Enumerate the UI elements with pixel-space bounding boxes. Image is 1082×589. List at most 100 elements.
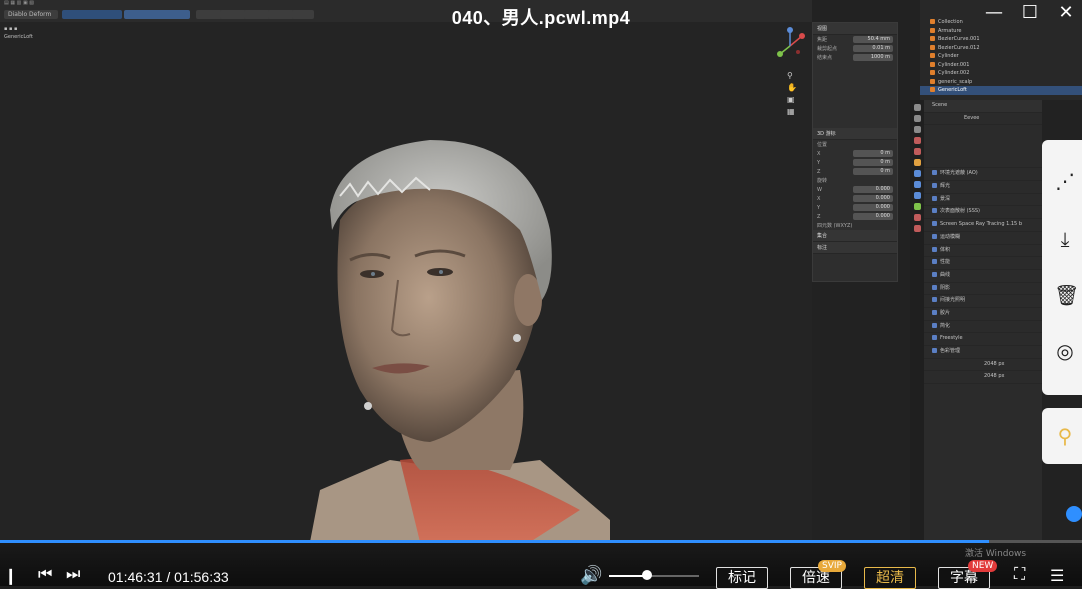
svip-badge: SVIP <box>818 560 846 572</box>
rotation-mode-dropdown[interactable]: 四元数 (WXYZ) <box>813 221 897 230</box>
navigation-gizmo[interactable]: ⚲ ✋ ▣ ▦ <box>770 26 810 126</box>
properties-section[interactable]: 环境光遮蔽 (AO) <box>924 168 1042 182</box>
cursor-x-field[interactable]: 0 m <box>853 150 893 157</box>
current-time: 01:46:31 <box>108 569 163 585</box>
output-tab-icon[interactable] <box>913 126 921 133</box>
share-icon[interactable]: ⋰ <box>1054 170 1076 192</box>
properties-section[interactable]: 运动模糊 <box>924 232 1042 245</box>
object-tab-icon[interactable] <box>913 159 921 166</box>
volume-icon[interactable]: 🔊 <box>580 565 602 586</box>
section-label: Screen Space Ray Tracing 1.15 b <box>940 221 1022 228</box>
outliner-item[interactable]: Cylinder.001 <box>920 61 1082 70</box>
properties-section[interactable]: 简化 <box>924 321 1042 334</box>
download-icon[interactable]: ⤓ <box>1054 228 1076 250</box>
section-label: Freestyle <box>940 335 963 342</box>
outliner-item[interactable]: Cylinder.002 <box>920 69 1082 78</box>
outliner-item[interactable]: generic_scalp <box>920 78 1082 87</box>
scene-tab-icon[interactable] <box>913 137 921 144</box>
outliner-item[interactable]: BezierCurve.012 <box>920 44 1082 53</box>
object-icon <box>930 78 935 84</box>
world-tab-icon[interactable] <box>913 148 921 155</box>
previous-icon[interactable]: ⏮ <box>38 566 52 584</box>
pin-icon[interactable]: ⚲ <box>1054 425 1076 447</box>
menu-icon[interactable]: ☰ <box>1050 566 1064 586</box>
rot-x-field[interactable]: 0.000 <box>853 195 893 202</box>
properties-section[interactable]: 胶片 <box>924 308 1042 321</box>
video-frame[interactable]: ▤ ▦ ▥ ▣ ▧ Diablo Deform ▪ ▪ ▪ GenericLof… <box>0 0 1082 586</box>
maximize-icon[interactable]: ☐ <box>1018 2 1042 23</box>
properties-section[interactable]: Freestyle <box>924 333 1042 346</box>
head-render <box>310 140 610 542</box>
close-icon[interactable]: ✕ <box>1054 2 1078 23</box>
properties-section[interactable]: 次表面散射 (SSS) <box>924 206 1042 220</box>
physics-tab-icon[interactable] <box>913 192 921 199</box>
clip-end-field[interactable]: 1000 m <box>853 54 893 61</box>
fullscreen-icon[interactable]: ⛶ <box>1014 566 1025 584</box>
svg-text:✋: ✋ <box>787 82 797 92</box>
rot-w-field[interactable]: 0.000 <box>853 186 893 193</box>
particles-tab-icon[interactable] <box>913 181 921 188</box>
section-checkbox[interactable] <box>932 322 937 328</box>
time-display: 01:46:31 / 01:56:33 <box>108 569 229 585</box>
section-checkbox[interactable] <box>932 259 937 265</box>
section-checkbox[interactable] <box>932 195 937 201</box>
properties-section[interactable]: 阴影 <box>924 283 1042 296</box>
section-collections[interactable]: 集合 <box>813 230 897 242</box>
texture-tab-icon[interactable] <box>913 225 921 232</box>
volume-knob[interactable] <box>641 570 652 580</box>
properties-section[interactable]: 景深 <box>924 194 1042 207</box>
object-icon <box>930 70 935 75</box>
properties-section[interactable]: 体积 <box>924 245 1042 258</box>
section-checkbox[interactable] <box>932 246 937 252</box>
outliner-item-label: Cylinder.001 <box>938 61 970 68</box>
section-checkbox[interactable] <box>932 170 937 176</box>
section-checkbox[interactable] <box>932 183 937 189</box>
section-checkbox[interactable] <box>932 221 937 227</box>
section-checkbox[interactable] <box>932 309 937 315</box>
outliner-item[interactable]: BezierCurve.001 <box>920 35 1082 44</box>
section-checkbox[interactable] <box>932 348 937 353</box>
section-checkbox[interactable] <box>932 284 937 290</box>
shadow-cube-size[interactable]: 2048 px <box>924 359 1042 372</box>
rot-z-field[interactable]: 0.000 <box>853 213 893 220</box>
render-engine[interactable]: Eevee <box>924 113 1042 126</box>
minimize-icon[interactable]: — <box>982 2 1006 23</box>
focal-field[interactable]: 50.4 mm <box>853 36 893 43</box>
svg-text:▦: ▦ <box>787 107 795 116</box>
shadow-cascade-size[interactable]: 2048 px <box>924 371 1042 385</box>
section-checkbox[interactable] <box>932 297 937 303</box>
section-checkbox[interactable] <box>932 233 937 239</box>
section-checkbox[interactable] <box>932 271 937 277</box>
properties-section[interactable]: 间接光照明 <box>924 295 1042 308</box>
modifier-tab-icon[interactable] <box>913 170 921 177</box>
section-3d-cursor[interactable]: 3D 游标 <box>813 128 897 140</box>
chat-bubble-icon[interactable] <box>1066 506 1082 522</box>
section-checkbox[interactable] <box>932 335 937 341</box>
scene-name: Scene <box>924 100 1042 113</box>
properties-section[interactable]: 性能 <box>924 257 1042 270</box>
rot-y-field[interactable]: 0.000 <box>853 204 893 211</box>
cursor-y-field[interactable]: 0 m <box>853 159 893 166</box>
properties-section[interactable]: Screen Space Ray Tracing 1.15 b <box>924 219 1042 232</box>
section-checkbox[interactable] <box>932 208 937 214</box>
section-annotations[interactable]: 标注 <box>813 242 897 254</box>
properties-section[interactable]: 辉光 <box>924 181 1042 194</box>
material-tab-icon[interactable] <box>913 214 921 221</box>
outliner-item[interactable]: Cylinder <box>920 52 1082 61</box>
render-engine-value: Eevee <box>964 114 980 121</box>
tool-tab-icon[interactable] <box>913 104 921 111</box>
clip-start-field[interactable]: 0.01 m <box>853 45 893 52</box>
svg-text:⚲: ⚲ <box>787 71 793 80</box>
data-tab-icon[interactable] <box>913 203 921 210</box>
outliner-item-label: Cylinder <box>938 53 959 59</box>
trash-icon[interactable]: 🗑 <box>1054 284 1079 306</box>
properties-section[interactable]: 曲线 <box>924 270 1042 283</box>
total-time: 01:56:33 <box>174 569 229 585</box>
settings-icon[interactable]: ◎ <box>1054 340 1076 362</box>
next-icon[interactable]: ⏭ <box>66 566 80 584</box>
outliner-item[interactable]: GenericLoft <box>920 86 1082 95</box>
cursor-z-field[interactable]: 0 m <box>853 168 893 175</box>
properties-section[interactable]: 色彩管理 <box>924 346 1042 359</box>
pause-icon[interactable]: ❙ <box>4 566 17 586</box>
render-tab-icon[interactable] <box>913 115 921 122</box>
